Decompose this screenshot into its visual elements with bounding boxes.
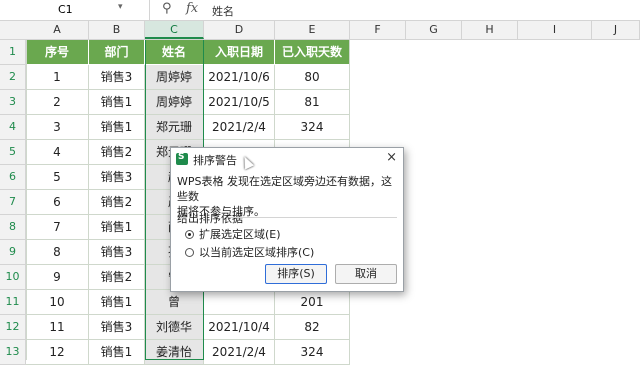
cell-reference: C1 [58,3,73,16]
column-header-i[interactable]: I [518,21,592,39]
row-header[interactable]: 13 [0,340,26,365]
zoom-icon[interactable]: ⚲ [162,1,172,16]
cell-seq[interactable]: 8 [26,240,89,265]
column-header-d[interactable]: D [204,21,275,39]
name-box[interactable]: C1 ▾ [0,0,150,20]
dialog-title: 排序警告 [193,154,237,167]
header-cell-days[interactable]: 已入职天数 [275,40,350,65]
cell-days[interactable]: 80 [275,65,350,90]
cell-dept[interactable]: 销售2 [89,190,145,215]
wps-sheet-icon [176,152,188,165]
cell-hire-date[interactable]: 2021/10/5 [204,90,275,115]
column-header-b[interactable]: B [89,21,145,39]
cell-dept[interactable]: 销售1 [89,115,145,140]
cell-name[interactable]: 曾 [145,290,204,315]
header-cell-seq[interactable]: 序号 [26,40,89,65]
cell-name[interactable]: 周婷婷 [145,65,204,90]
column-header-j[interactable]: J [592,21,640,39]
cell-dept[interactable]: 销售1 [89,215,145,240]
formula-input[interactable]: 姓名 [212,3,234,19]
cell-days[interactable]: 82 [275,315,350,340]
cancel-button[interactable]: 取消 [335,264,397,284]
column-header-g[interactable]: G [406,21,462,39]
cell-hire-date[interactable]: 2021/10/6 [204,65,275,90]
cell-dept[interactable]: 销售1 [89,90,145,115]
row-header[interactable]: 7 [0,190,26,215]
cell-hire-date[interactable]: 2021/10/4 [204,315,275,340]
sort-warning-dialog: 排序警告 × WPS表格 发现在选定区域旁边还有数据，这些数 据将不参与排序。 … [170,147,404,292]
cell-seq[interactable]: 5 [26,165,89,190]
row-header[interactable]: 9 [0,240,26,265]
cell-days[interactable]: 81 [275,90,350,115]
column-header-c[interactable]: C [145,21,204,39]
cell-seq[interactable]: 1 [26,65,89,90]
chevron-down-icon[interactable]: ▾ [118,2,123,12]
dialog-title-bar[interactable]: 排序警告 × [171,148,403,170]
close-icon[interactable]: × [386,150,397,165]
sort-button[interactable]: 排序(S) [265,264,327,284]
cell-dept[interactable]: 销售3 [89,165,145,190]
cell-seq[interactable]: 4 [26,140,89,165]
option-label: 扩展选定区域(E) [199,228,281,241]
column-header-a[interactable]: A [26,21,89,39]
row-header[interactable]: 3 [0,90,26,115]
row-header[interactable]: 12 [0,315,26,340]
cell-days[interactable]: 324 [275,340,350,365]
fx-icon[interactable]: fx [186,1,198,16]
row-header[interactable]: 2 [0,65,26,90]
cell-seq[interactable]: 3 [26,115,89,140]
cell-seq[interactable]: 7 [26,215,89,240]
cell-name[interactable]: 刘德华 [145,315,204,340]
row-header[interactable]: 10 [0,265,26,290]
cell-name[interactable]: 周婷婷 [145,90,204,115]
group-divider [229,217,397,218]
cell-dept[interactable]: 销售3 [89,65,145,90]
cell-name[interactable]: 姜清怡 [145,340,204,365]
column-header-row: A B C D E F G H I J [0,21,640,40]
cell-dept[interactable]: 销售3 [89,315,145,340]
column-header-e[interactable]: E [275,21,350,39]
cell-dept[interactable]: 销售1 [89,290,145,315]
radio-unchecked-icon[interactable] [185,248,194,257]
option-label: 以当前选定区域排序(C) [199,246,315,259]
row-header[interactable]: 8 [0,215,26,240]
formula-bar: C1 ▾ ⚲ fx 姓名 [0,0,640,21]
current-selection-option[interactable]: 以当前选定区域排序(C) [185,244,314,260]
cell-seq[interactable]: 9 [26,265,89,290]
column-header-f[interactable]: F [350,21,406,39]
column-header-h[interactable]: H [462,21,518,39]
cell-dept[interactable]: 销售3 [89,240,145,265]
cell-dept[interactable]: 销售1 [89,340,145,365]
cell-days[interactable]: 201 [275,290,350,315]
row-header[interactable]: 1 [0,40,26,65]
cell-seq[interactable]: 2 [26,90,89,115]
cell-dept[interactable]: 销售2 [89,265,145,290]
cell-dept[interactable]: 销售2 [89,140,145,165]
header-cell-name[interactable]: 姓名 [145,40,204,65]
cell-seq[interactable]: 11 [26,315,89,340]
header-cell-dept[interactable]: 部门 [89,40,145,65]
row-header[interactable]: 5 [0,140,26,165]
cell-hire-date[interactable] [204,290,275,315]
row-header[interactable]: 11 [0,290,26,315]
cell-seq[interactable]: 12 [26,340,89,365]
row-header[interactable]: 4 [0,115,26,140]
expand-selection-option[interactable]: 扩展选定区域(E) [185,226,281,242]
dialog-message-line: WPS表格 发现在选定区域旁边还有数据，这些数 [177,175,392,203]
header-cell-hire-date[interactable]: 入职日期 [204,40,275,65]
sort-basis-group-label: 给出排序依据 [177,212,243,225]
cell-hire-date[interactable]: 2021/2/4 [204,340,275,365]
cell-seq[interactable]: 6 [26,190,89,215]
cell-seq[interactable]: 10 [26,290,89,315]
row-header[interactable]: 6 [0,165,26,190]
cell-name[interactable]: 郑元珊 [145,115,204,140]
cell-hire-date[interactable]: 2021/2/4 [204,115,275,140]
cell-days[interactable]: 324 [275,115,350,140]
radio-checked-icon[interactable] [185,230,194,239]
